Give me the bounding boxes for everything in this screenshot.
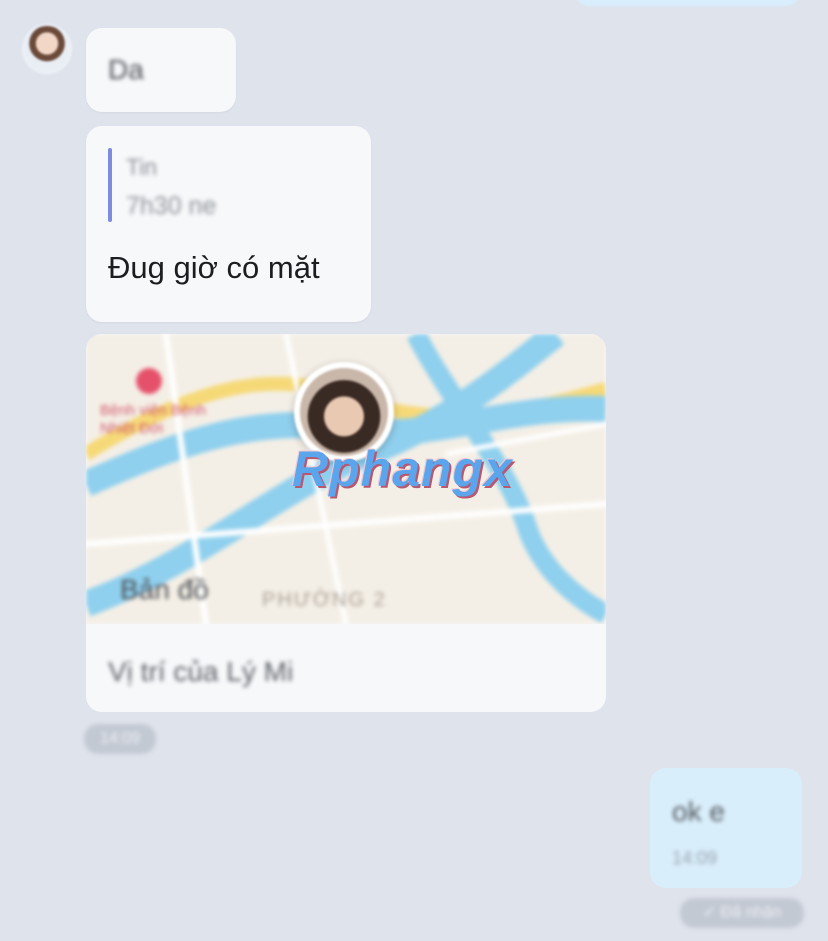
- poi-label: Bệnh viện Bệnh Nhiệt Đới: [100, 402, 206, 437]
- reply-text: Đug giờ có mặt: [108, 250, 320, 285]
- district-label: PHƯỜNG 2: [262, 589, 387, 611]
- watermark-logo: Rphangx: [292, 441, 513, 497]
- message-text: Da: [108, 54, 144, 85]
- outgoing-time: 14:09: [672, 848, 718, 868]
- quote-bar: [108, 148, 112, 222]
- message-bubble-da[interactable]: Da: [86, 28, 236, 112]
- reply-message-bubble[interactable]: Tin 7h30 ne Đug giờ có mặt: [86, 126, 371, 322]
- delivery-status-badge: ✓ Đã nhận: [680, 898, 804, 928]
- outgoing-text: ok e: [672, 796, 725, 827]
- message-time-badge: 14:09: [84, 724, 156, 754]
- quoted-sender: Tin: [126, 154, 158, 180]
- maps-logo: Bản đồ: [120, 574, 209, 605]
- location-caption-bar: Vị trí của Lý Mi: [86, 624, 606, 712]
- location-caption: Vị trí của Lý Mi: [108, 656, 294, 687]
- previous-outgoing-bubble: [575, 0, 800, 6]
- sender-avatar[interactable]: [24, 26, 70, 72]
- outgoing-message-bubble[interactable]: ok e 14:09: [650, 768, 802, 888]
- location-card[interactable]: Bệnh viện Bệnh Nhiệt Đới Bản đồ PHƯỜNG 2…: [86, 334, 606, 712]
- quoted-text: 7h30 ne: [126, 192, 217, 220]
- hospital-marker-icon: [136, 368, 162, 394]
